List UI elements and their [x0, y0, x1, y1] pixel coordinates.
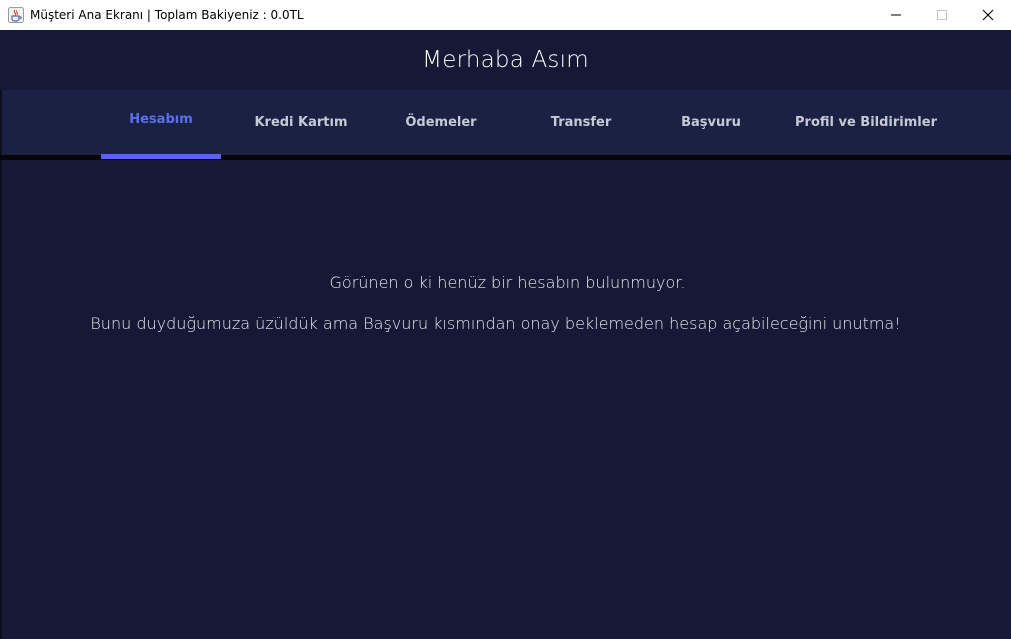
tab-bar: Hesabım Kredi Kartım Ödemeler Transfer B…	[0, 90, 1011, 155]
window-title: Müşteri Ana Ekranı | Toplam Bakiyeniz : …	[30, 8, 304, 22]
tab-hesabim[interactable]: Hesabım	[101, 90, 221, 155]
close-button[interactable]	[965, 0, 1011, 30]
maximize-button[interactable]	[919, 0, 965, 30]
java-cup-icon	[8, 7, 24, 23]
window-controls	[873, 0, 1011, 30]
tab-profil-ve-bildirimler[interactable]: Profil ve Bildirimler	[781, 90, 951, 155]
tab-basvuru[interactable]: Başvuru	[641, 90, 781, 155]
application-hint-message: Bunu duyduğumuza üzüldük ama Başvuru kıs…	[90, 314, 901, 333]
greeting-title: Merhaba Asım	[422, 47, 589, 73]
tab-label: Başvuru	[681, 115, 741, 130]
tab-label: Profil ve Bildirimler	[795, 115, 937, 130]
tab-transfer[interactable]: Transfer	[511, 90, 651, 155]
tab-label: Transfer	[550, 115, 612, 130]
close-icon	[982, 6, 994, 25]
minimize-icon	[890, 6, 902, 25]
tab-label: Ödemeler	[405, 115, 477, 130]
maximize-icon	[936, 6, 948, 25]
no-account-message: Görünen o ki henüz bir hesabın bulunmuyo…	[329, 273, 686, 292]
active-tab-indicator	[101, 154, 221, 159]
tab-kredi-kartim[interactable]: Kredi Kartım	[231, 90, 371, 155]
main-content: Görünen o ki henüz bir hesabın bulunmuyo…	[0, 160, 1011, 639]
tab-odemeler[interactable]: Ödemeler	[371, 90, 511, 155]
title-bar[interactable]: Müşteri Ana Ekranı | Toplam Bakiyeniz : …	[0, 0, 1011, 30]
minimize-button[interactable]	[873, 0, 919, 30]
tab-label: Kredi Kartım	[254, 115, 348, 130]
header: Merhaba Asım	[0, 30, 1011, 90]
tab-label: Hesabım	[129, 112, 193, 127]
app-window: Müşteri Ana Ekranı | Toplam Bakiyeniz : …	[0, 0, 1011, 639]
